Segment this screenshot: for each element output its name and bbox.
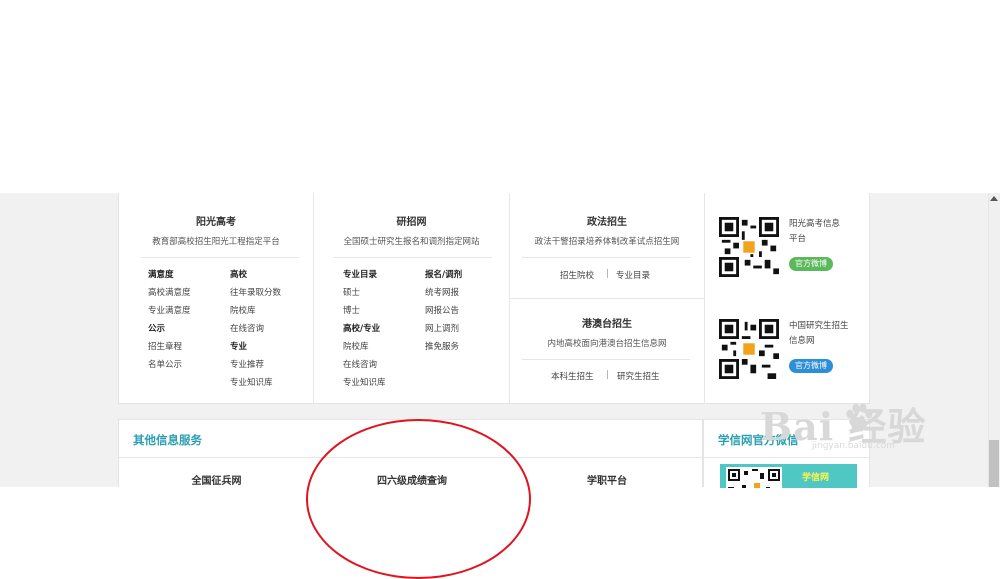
qr-code-icon (719, 319, 779, 379)
divider (522, 359, 690, 360)
zhengfa-subtitle: 政法干警招录培养体制改革试点招生网 (534, 237, 680, 247)
yanzhao-link[interactable]: 博士 (343, 304, 360, 316)
special-admission-column: 政法招生 政法干警招录培养体制改革试点招生网 招生院校 | 专业目录 港澳台招生… (510, 193, 705, 404)
baidu-paw-icon (846, 403, 873, 431)
sunshine-gaokao-title[interactable]: 阳光高考 (119, 213, 313, 228)
yanzhao-link[interactable]: 在线咨询 (343, 358, 377, 370)
section-divider (704, 457, 869, 458)
divider (141, 257, 299, 258)
service-item-career-platform[interactable]: 学职平台 (510, 472, 704, 487)
hmt-title[interactable]: 港澳台招生 (510, 315, 704, 330)
wechat-qr-thumbnail[interactable]: 学信网 (720, 464, 857, 488)
gaokao-link[interactable]: 名单公示 (148, 358, 182, 370)
qr-code-icon (719, 217, 779, 277)
gaokao-link[interactable]: 招生章程 (148, 340, 182, 352)
hmt-undergrad-link[interactable]: 本科生招生 (551, 370, 594, 382)
yanzhao-weibo-name: 中国研究生招生 信息网 (789, 321, 849, 346)
sunshine-gaokao-subtitle: 教育部高校招生阳光工程指定平台 (152, 237, 280, 247)
yanzhao-heading: 报名/调剂 (425, 270, 463, 280)
yanzhao-link[interactable]: 院校库 (343, 340, 369, 352)
yanzhao-link[interactable]: 硕士 (343, 286, 360, 298)
section-divider (510, 298, 705, 299)
scrollbar-thumb[interactable] (989, 440, 999, 487)
yanzhao-link[interactable]: 网上调剂 (425, 322, 459, 334)
divider (522, 257, 690, 258)
gaokao-link[interactable]: 在线咨询 (230, 322, 264, 334)
yanzhao-title[interactable]: 研招网 (314, 213, 509, 228)
yanzhao-column: 研招网 全国硕士研究生报名和调剂指定网站 专业目录硕士博士高校/专业院校库在线咨… (314, 193, 510, 404)
hmt-subtitle: 内地高校面向港澳台招生信息网 (547, 339, 667, 349)
sunshine-weibo-name: 阳光高考信息 平台 (789, 219, 841, 244)
zhengfa-schools-link[interactable]: 招生院校 (560, 269, 594, 281)
yanzhao-link[interactable]: 网报公告 (425, 304, 459, 316)
yanzhao-link[interactable]: 统考网报 (425, 286, 459, 298)
yanzhao-weibo-button[interactable]: 官方微博 (789, 359, 833, 373)
watermark-url: jingyan.baidu.com (812, 441, 896, 451)
blank-top-area (0, 0, 1000, 193)
zhengfa-majors-link[interactable]: 专业目录 (616, 269, 650, 281)
annotation-circle (306, 419, 531, 579)
yanzhao-link[interactable]: 专业知识库 (343, 376, 386, 388)
sunshine-weibo-button[interactable]: 官方微博 (789, 257, 833, 271)
service-item-conscription[interactable]: 全国征兵网 (119, 472, 314, 487)
qr-code-icon (726, 467, 782, 488)
gaokao-link[interactable]: 院校库 (230, 304, 256, 316)
portal-links-panel: 阳光高考 教育部高校招生阳光工程指定平台 满意度高校满意度专业满意度公示招生章程… (118, 193, 870, 404)
gaokao-heading: 满意度 (148, 270, 174, 280)
gaokao-link[interactable]: 往年录取分数 (230, 286, 281, 298)
gaokao-heading: 公示 (148, 324, 166, 334)
gaokao-heading: 高校 (230, 270, 248, 280)
gaokao-link[interactable]: 专业知识库 (230, 376, 273, 388)
zhengfa-title[interactable]: 政法招生 (510, 213, 704, 228)
gaokao-link[interactable]: 高校满意度 (148, 286, 191, 298)
hmt-graduate-link[interactable]: 研究生招生 (617, 370, 660, 382)
yanzhao-heading: 高校/专业 (343, 324, 381, 334)
yanzhao-link[interactable]: 推免服务 (425, 340, 459, 352)
divider (334, 257, 492, 258)
link-separator: | (606, 370, 609, 380)
gaokao-heading: 专业 (230, 342, 248, 352)
social-column: 阳光高考信息 平台 官方微博 中国研究生招生 信息网 官方微博 (705, 193, 871, 404)
link-separator: | (606, 269, 609, 279)
scroll-up-arrow-icon[interactable] (990, 196, 998, 201)
gaokao-link[interactable]: 专业满意度 (148, 304, 191, 316)
yanzhao-heading: 专业目录 (343, 270, 378, 280)
wechat-thumb-label: 学信网 (802, 473, 830, 483)
gaokao-link[interactable]: 专业推荐 (230, 358, 264, 370)
yanzhao-subtitle: 全国硕士研究生报名和调剂指定网站 (343, 237, 480, 247)
sunshine-gaokao-column: 阳光高考 教育部高校招生阳光工程指定平台 满意度高校满意度专业满意度公示招生章程… (119, 193, 314, 404)
other-services-title: 其他信息服务 (133, 433, 202, 447)
